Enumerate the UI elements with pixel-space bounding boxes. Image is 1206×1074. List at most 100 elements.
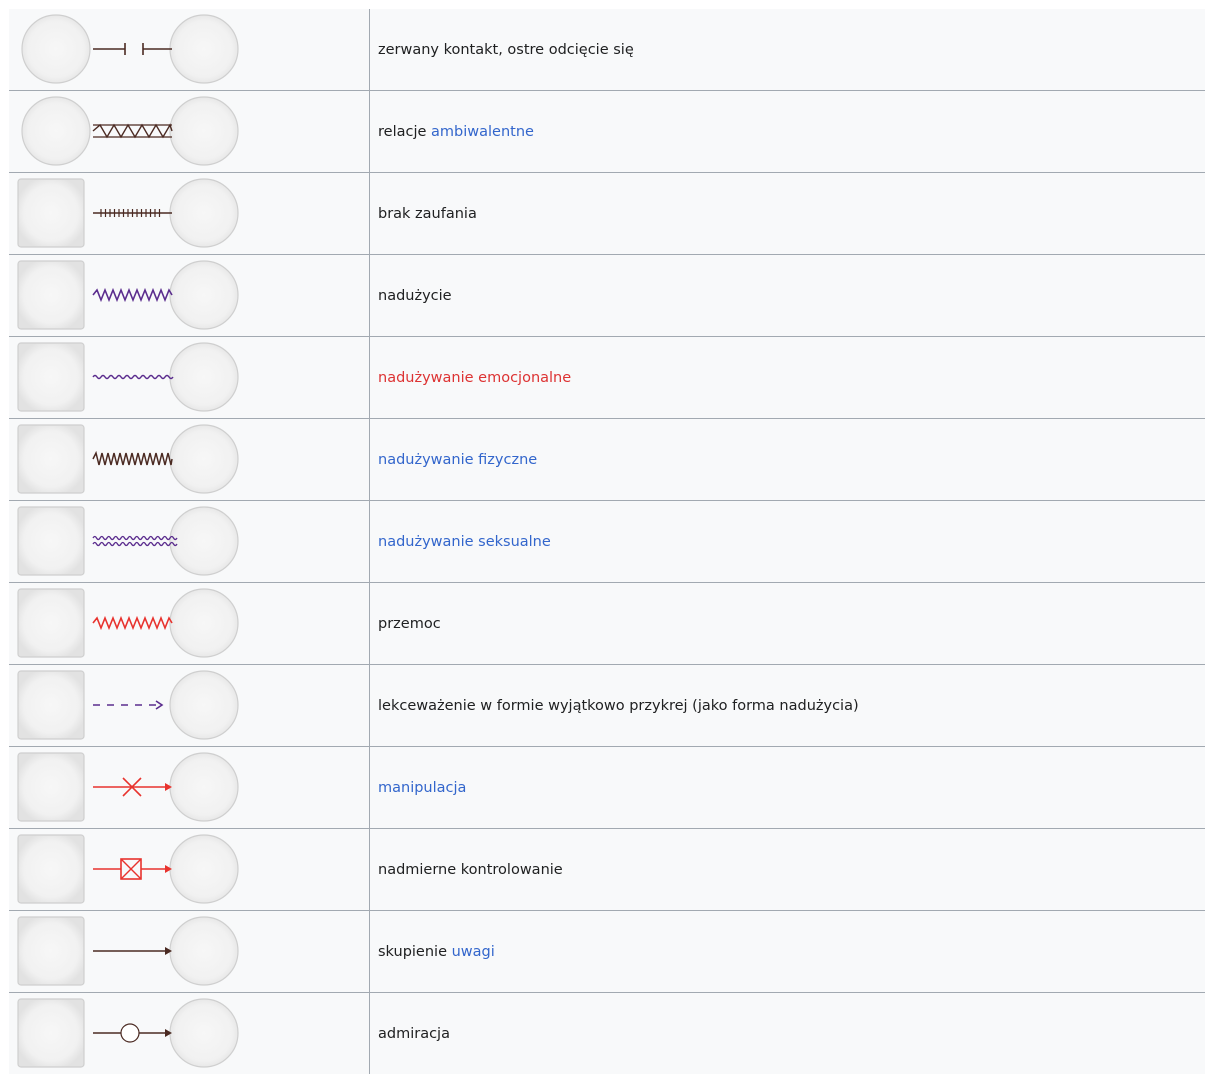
- description-link[interactable]: ambiwalentne: [431, 124, 534, 140]
- description-cell: nadużycie: [370, 255, 1206, 337]
- person-square-icon: [18, 999, 84, 1067]
- arrowhead-icon: [156, 701, 162, 709]
- relationship-symbol-icon: [9, 501, 239, 582]
- relation-connector: [93, 125, 172, 137]
- person-circle-icon: [170, 917, 238, 985]
- person-square-icon: [18, 261, 84, 329]
- emotional-wave: [93, 376, 173, 379]
- relation-connector: [93, 778, 172, 796]
- person-circle-icon: [170, 507, 238, 575]
- symbol-cell: [9, 91, 370, 173]
- person-square-icon: [18, 753, 84, 821]
- symbol-cell: [9, 829, 370, 911]
- person-square-icon: [18, 917, 84, 985]
- person-square-icon: [18, 343, 84, 411]
- relationship-symbol-icon: [9, 911, 239, 992]
- relationship-symbol-icon: [9, 583, 239, 664]
- small-circle-icon: [121, 1024, 139, 1042]
- description-cell: nadużywanie seksualne: [370, 501, 1206, 583]
- symbol-cell: [9, 255, 370, 337]
- legend-row: admiracja: [9, 993, 1205, 1074]
- relationship-symbol-icon: [9, 665, 239, 746]
- relation-connector: [93, 537, 177, 546]
- relation-connector: [93, 1024, 172, 1042]
- symbol-cell: [9, 419, 370, 501]
- relationship-symbol-icon: [9, 91, 239, 172]
- person-circle-icon: [170, 999, 238, 1067]
- description-text: relacje: [378, 124, 431, 140]
- relation-connector: [93, 453, 172, 465]
- symbol-cell: [9, 747, 370, 829]
- person-circle-icon: [170, 15, 238, 83]
- description-text: skupienie: [378, 944, 452, 960]
- description-cell: skupienie uwagi: [370, 911, 1206, 993]
- symbol-cell: [9, 993, 370, 1074]
- description-cell: przemoc: [370, 583, 1206, 665]
- relation-connector: [93, 209, 172, 217]
- legend-row: relacje ambiwalentne: [9, 91, 1205, 173]
- person-circle-icon: [170, 589, 238, 657]
- description-text: przemoc: [378, 616, 441, 632]
- person-circle-icon: [22, 15, 90, 83]
- description-link[interactable]: nadużywanie emocjonalne: [378, 370, 571, 386]
- description-text: lekceważenie w formie wyjątkowo przykrej…: [378, 698, 859, 714]
- relationship-symbol-icon: [9, 419, 239, 500]
- legend-body: zerwany kontakt, ostre odcięcie się relac…: [9, 9, 1205, 1074]
- description-cell: manipulacja: [370, 747, 1206, 829]
- symbol-cell: [9, 173, 370, 255]
- legend-row: nadmierne kontrolowanie: [9, 829, 1205, 911]
- description-link[interactable]: manipulacja: [378, 780, 466, 796]
- legend-row: brak zaufania: [9, 173, 1205, 255]
- abuse-zigzag: [93, 290, 172, 300]
- legend-row: lekceważenie w formie wyjątkowo przykrej…: [9, 665, 1205, 747]
- relationship-symbol-icon: [9, 337, 239, 418]
- person-circle-icon: [170, 671, 238, 739]
- legend-row: nadużywanie seksualne: [9, 501, 1205, 583]
- person-circle-icon: [170, 261, 238, 329]
- person-circle-icon: [170, 753, 238, 821]
- legend-row: nadużycie: [9, 255, 1205, 337]
- person-circle-icon: [170, 97, 238, 165]
- person-square-icon: [18, 179, 84, 247]
- relation-connector: [93, 947, 172, 955]
- description-text: nadmierne kontrolowanie: [378, 862, 563, 878]
- person-circle-icon: [170, 425, 238, 493]
- description-text: brak zaufania: [378, 206, 477, 222]
- description-text: admiracja: [378, 1026, 450, 1042]
- person-square-icon: [18, 507, 84, 575]
- relation-connector: [93, 43, 172, 55]
- relationship-symbol-icon: [9, 255, 239, 336]
- description-cell: nadmierne kontrolowanie: [370, 829, 1206, 911]
- person-square-icon: [18, 425, 84, 493]
- legend-row: manipulacja: [9, 747, 1205, 829]
- legend-row: nadużywanie emocjonalne: [9, 337, 1205, 419]
- description-cell: admiracja: [370, 993, 1206, 1074]
- symbol-cell: [9, 501, 370, 583]
- description-cell: brak zaufania: [370, 173, 1206, 255]
- genogram-legend-table: zerwany kontakt, ostre odcięcie się relac…: [9, 9, 1205, 1074]
- relation-connector: [93, 376, 173, 379]
- description-cell: relacje ambiwalentne: [370, 91, 1206, 173]
- description-link[interactable]: nadużywanie seksualne: [378, 534, 551, 550]
- description-text: zerwany kontakt, ostre odcięcie się: [378, 42, 634, 58]
- relationship-symbol-icon: [9, 829, 239, 910]
- person-square-icon: [18, 589, 84, 657]
- person-square-icon: [18, 835, 84, 903]
- relation-connector: [93, 618, 172, 628]
- description-cell: zerwany kontakt, ostre odcięcie się: [370, 9, 1206, 91]
- description-link[interactable]: nadużywanie fizyczne: [378, 452, 537, 468]
- description-cell: nadużywanie emocjonalne: [370, 337, 1206, 419]
- description-cell: nadużywanie fizyczne: [370, 419, 1206, 501]
- legend-row: zerwany kontakt, ostre odcięcie się: [9, 9, 1205, 91]
- description-link[interactable]: uwagi: [452, 944, 495, 960]
- relation-connector: [93, 701, 162, 709]
- legend-row: nadużywanie fizyczne: [9, 419, 1205, 501]
- ambivalent-zigzag: [93, 125, 172, 137]
- symbol-cell: [9, 337, 370, 419]
- relationship-symbol-icon: [9, 747, 239, 828]
- sexual-wave: [93, 537, 177, 540]
- relationship-symbol-icon: [9, 9, 239, 90]
- legend-row: skupienie uwagi: [9, 911, 1205, 993]
- relationship-symbol-icon: [9, 993, 239, 1074]
- symbol-cell: [9, 665, 370, 747]
